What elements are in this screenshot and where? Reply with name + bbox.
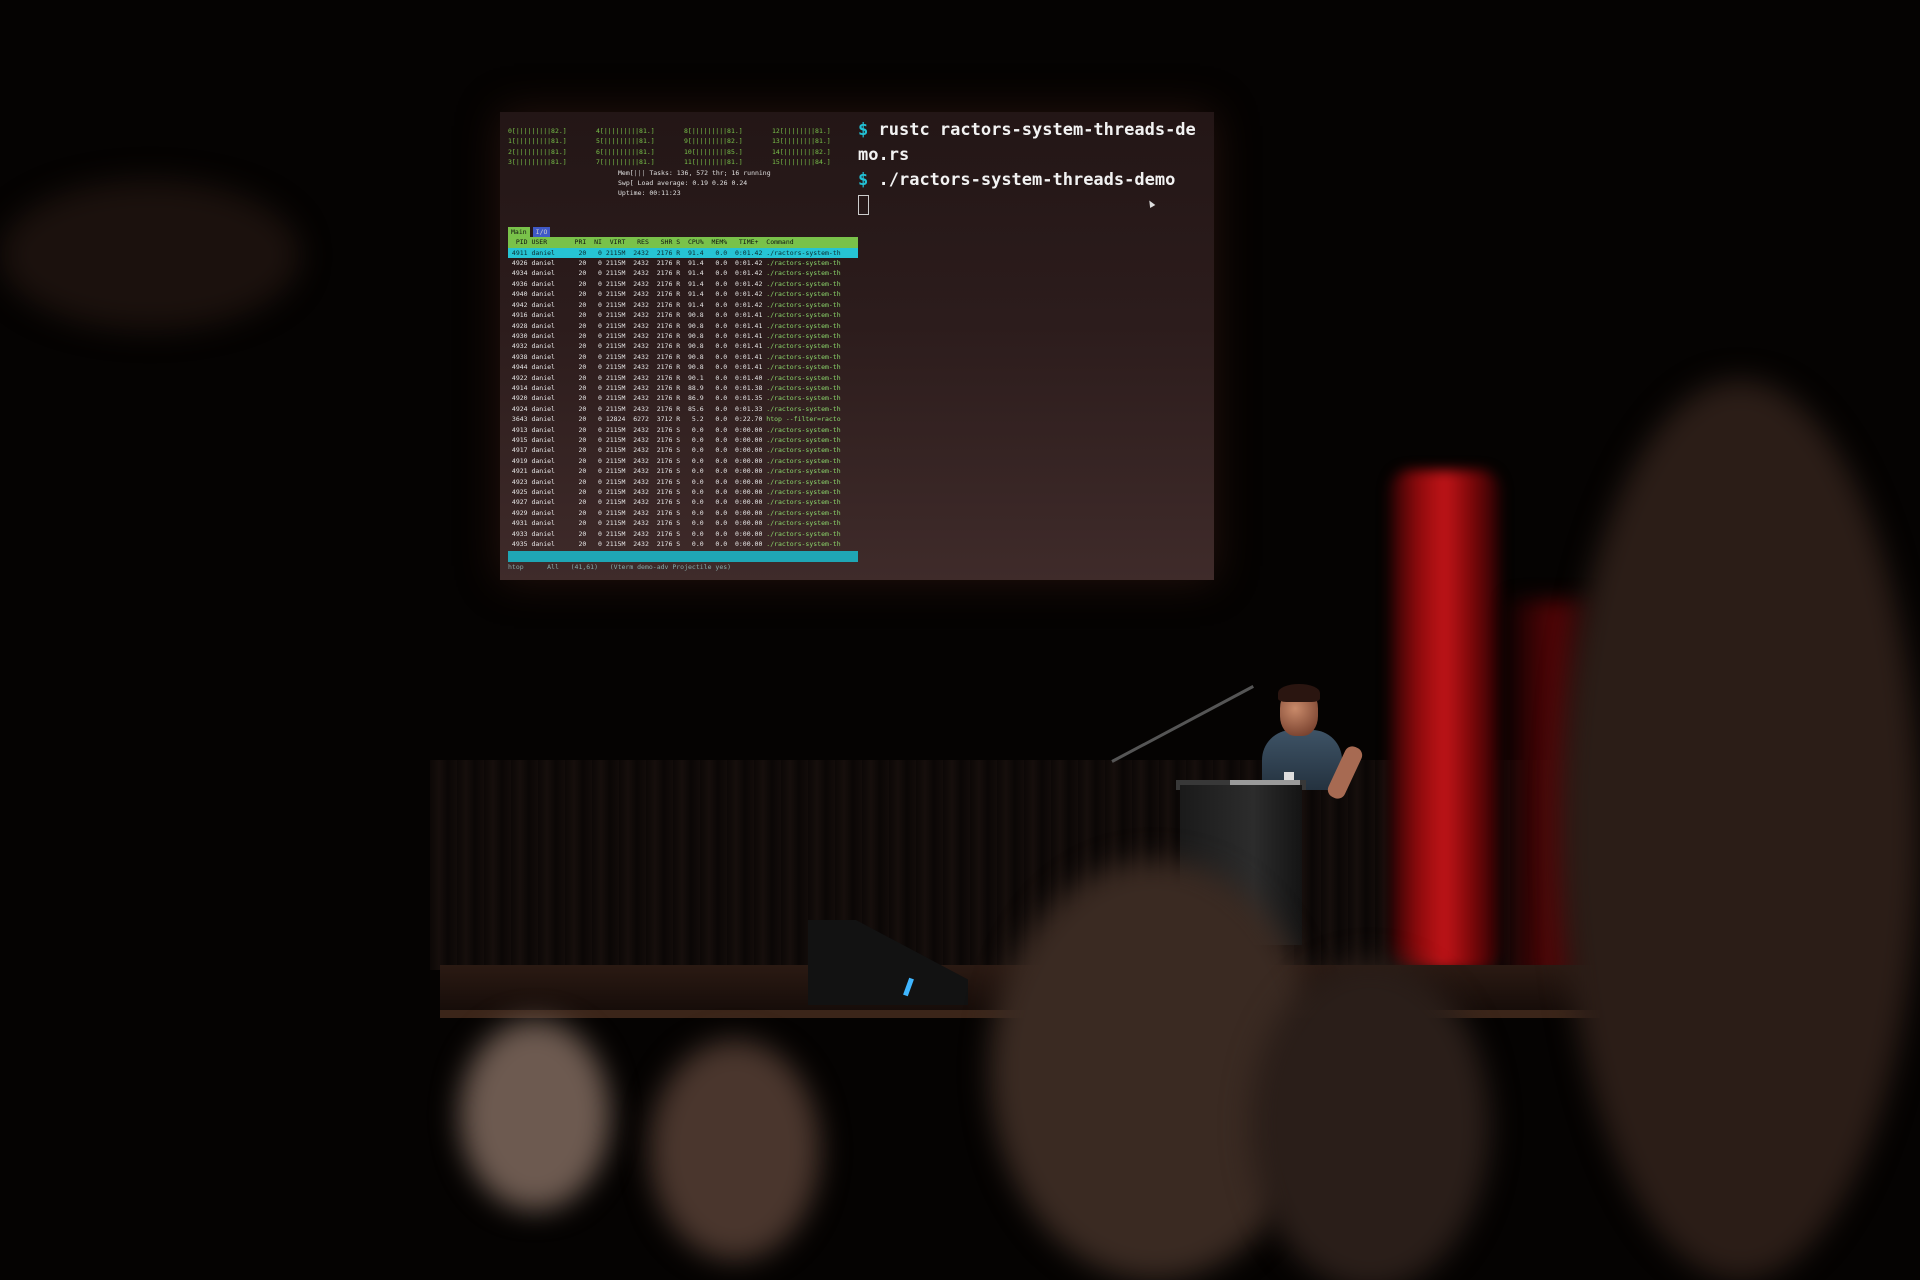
tab-io: I/O — [532, 226, 551, 238]
cpu-meter: 3[|||||||||81.] — [508, 158, 567, 167]
process-row: 4915 daniel 20 0 2115M 2432 2176 S 0.0 0… — [508, 435, 841, 444]
red-curtain — [1390, 470, 1500, 970]
htop-pane: 0[|||||||||82.] 4[|||||||||81.] 8[||||||||… — [508, 126, 858, 576]
process-row: 4920 daniel 20 0 2115M 2432 2176 R 86.9 … — [508, 394, 841, 403]
process-row: 4938 daniel 20 0 2115M 2432 2176 R 90.8 … — [508, 352, 841, 361]
process-row: 4913 daniel 20 0 2115M 2432 2176 S 0.0 0… — [508, 425, 841, 434]
process-row: 4931 daniel 20 0 2115M 2432 2176 S 0.0 0… — [508, 519, 841, 528]
cpu-meter: 13[||||||||81.] — [772, 137, 831, 146]
cpu-meters: 0[|||||||||82.] 4[|||||||||81.] 8[||||||||… — [508, 126, 858, 168]
process-row: 4922 daniel 20 0 2115M 2432 2176 R 90.1 … — [508, 373, 841, 382]
terminal-line-2: mo.rs — [858, 145, 910, 165]
audience-head — [0, 180, 300, 330]
cpu-meter: 7[|||||||||81.] — [596, 158, 655, 167]
cpu-meter: 5[|||||||||81.] — [596, 137, 655, 146]
conference-stage-photo: 0[|||||||||82.] 4[|||||||||81.] 8[||||||||… — [0, 0, 1920, 1280]
process-row: 4926 daniel 20 0 2115M 2432 2176 R 91.4 … — [508, 259, 841, 268]
terminal-line-1: $ rustc ractors-system-threads-de — [858, 120, 1196, 140]
process-row: 4930 daniel 20 0 2115M 2432 2176 R 90.8 … — [508, 331, 841, 340]
process-row: 4916 daniel 20 0 2115M 2432 2176 R 90.8 … — [508, 311, 841, 320]
cpu-meter: 12[||||||||81.] — [772, 127, 831, 135]
process-row: 4932 daniel 20 0 2115M 2432 2176 R 90.8 … — [508, 342, 841, 351]
cpu-meter: 6[|||||||||81.] — [596, 147, 655, 156]
microphone-stand — [1111, 685, 1254, 763]
cpu-meter: 9[|||||||||82.] — [684, 137, 743, 146]
uptime-line: Uptime: 00:11:23 — [618, 189, 681, 198]
terminal-pane: $ rustc ractors-system-threads-de mo.rs … — [858, 118, 1208, 218]
process-row: 4934 daniel 20 0 2115M 2432 2176 R 91.4 … — [508, 269, 841, 278]
terminal-line-3: $ ./ractors-system-threads-demo — [858, 170, 1176, 190]
process-row: 4924 daniel 20 0 2115M 2432 2176 R 85.6 … — [508, 404, 841, 413]
cpu-meter: 4[|||||||||81.] — [596, 127, 655, 135]
process-row: 4928 daniel 20 0 2115M 2432 2176 R 90.8 … — [508, 321, 841, 330]
audience-head — [650, 1040, 820, 1260]
process-row: 4940 daniel 20 0 2115M 2432 2176 R 91.4 … — [508, 290, 841, 299]
editor-statusbar: htop All (41,61) (Vterm demo-adv Project… — [508, 562, 732, 571]
process-row: 4936 daniel 20 0 2115M 2432 2176 R 91.4 … — [508, 279, 841, 288]
process-row: 3643 daniel 20 0 12824 6272 3712 R 5.2 0… — [508, 415, 841, 424]
projection-screen: 0[|||||||||82.] 4[|||||||||81.] 8[||||||||… — [500, 112, 1214, 580]
process-row: 4914 daniel 20 0 2115M 2432 2176 R 88.9 … — [508, 383, 841, 392]
process-list: 4926 daniel 20 0 2115M 2432 2176 R 91.4 … — [508, 258, 858, 549]
audience-head — [1560, 380, 1920, 1280]
audience-head — [1250, 960, 1490, 1280]
selected-process-row: 4911 daniel 20 0 2115M 2432 2176 R 91.4 … — [508, 247, 858, 259]
cpu-meter: 11[||||||||81.] — [684, 158, 743, 167]
process-row: 4927 daniel 20 0 2115M 2432 2176 S 0.0 0… — [508, 498, 841, 507]
speaker-hair — [1278, 684, 1320, 702]
mem-line: Mem[||| Tasks: 136, 572 thr; 16 running — [618, 168, 771, 177]
process-row: 4919 daniel 20 0 2115M 2432 2176 S 0.0 0… — [508, 456, 841, 465]
process-row: 4921 daniel 20 0 2115M 2432 2176 S 0.0 0… — [508, 467, 841, 476]
cpu-meter: 0[|||||||||82.] — [508, 127, 567, 135]
cpu-meter: 15[||||||||84.] — [772, 158, 831, 167]
cpu-meter: 14[||||||||82.] — [772, 147, 831, 156]
cpu-meter: 2[|||||||||81.] — [508, 147, 567, 156]
terminal-cursor — [858, 193, 1208, 218]
process-row: 4933 daniel 20 0 2115M 2432 2176 S 0.0 0… — [508, 529, 841, 538]
cpu-meter: 10[||||||||85.] — [684, 147, 743, 156]
tab-main: Main — [508, 226, 530, 238]
process-table-header: PID USER PRI NI VIRT RES SHR S CPU% MEM%… — [508, 237, 858, 248]
process-row: 4917 daniel 20 0 2115M 2432 2176 S 0.0 0… — [508, 446, 841, 455]
process-row: 4923 daniel 20 0 2115M 2432 2176 S 0.0 0… — [508, 477, 841, 486]
process-row: 4935 daniel 20 0 2115M 2432 2176 S 0.0 0… — [508, 540, 841, 549]
process-row: 4925 daniel 20 0 2115M 2432 2176 S 0.0 0… — [508, 488, 841, 496]
process-row: 4929 daniel 20 0 2115M 2432 2176 S 0.0 0… — [508, 508, 841, 517]
htop-tabs: Main I/O — [508, 226, 858, 238]
process-row: 4942 daniel 20 0 2115M 2432 2176 R 91.4 … — [508, 300, 841, 309]
cpu-meter: 8[|||||||||81.] — [684, 127, 743, 135]
swp-line: Swp[ Load average: 0.19 0.26 0.24 — [618, 179, 748, 188]
audience-head — [460, 1020, 610, 1210]
function-key-bar — [508, 551, 858, 562]
cpu-meter: 1[|||||||||81.] — [508, 137, 567, 146]
process-row: 4944 daniel 20 0 2115M 2432 2176 R 90.8 … — [508, 363, 841, 372]
